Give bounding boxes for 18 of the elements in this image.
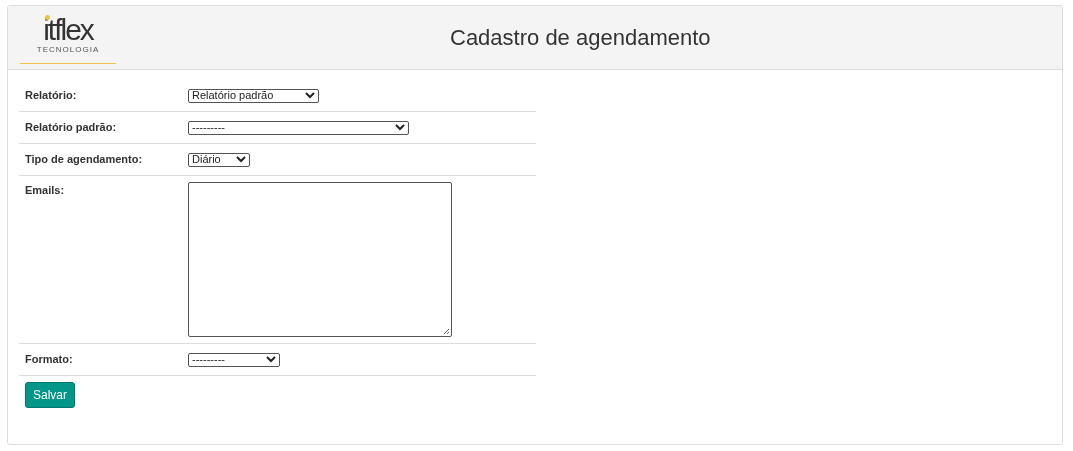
field-label: Formato: (24, 352, 74, 368)
field-label: Relatório: (24, 88, 78, 104)
dropdown[interactable]: --------- (188, 352, 280, 367)
dropdown[interactable]: Relatório padrão (188, 88, 319, 103)
field-label: Relatório padrão: (24, 120, 118, 136)
emails-textarea[interactable] (188, 182, 452, 337)
resize-handle-icon (443, 328, 450, 335)
chevron-down-icon (305, 92, 315, 99)
chevron-down-icon (236, 156, 246, 163)
field-label: Emails: (24, 183, 66, 198)
save-button[interactable]: Salvar (25, 382, 75, 408)
chevron-down-icon (266, 356, 276, 363)
dropdown[interactable]: Diário (188, 152, 250, 167)
dropdown[interactable]: --------- (188, 120, 409, 135)
field-label: Tipo de agendamento: (24, 152, 144, 168)
logo: itflex TECNOLOGIA (20, 11, 116, 64)
chevron-down-icon (395, 124, 405, 131)
page-title: Cadastro de agendamento (450, 24, 711, 52)
